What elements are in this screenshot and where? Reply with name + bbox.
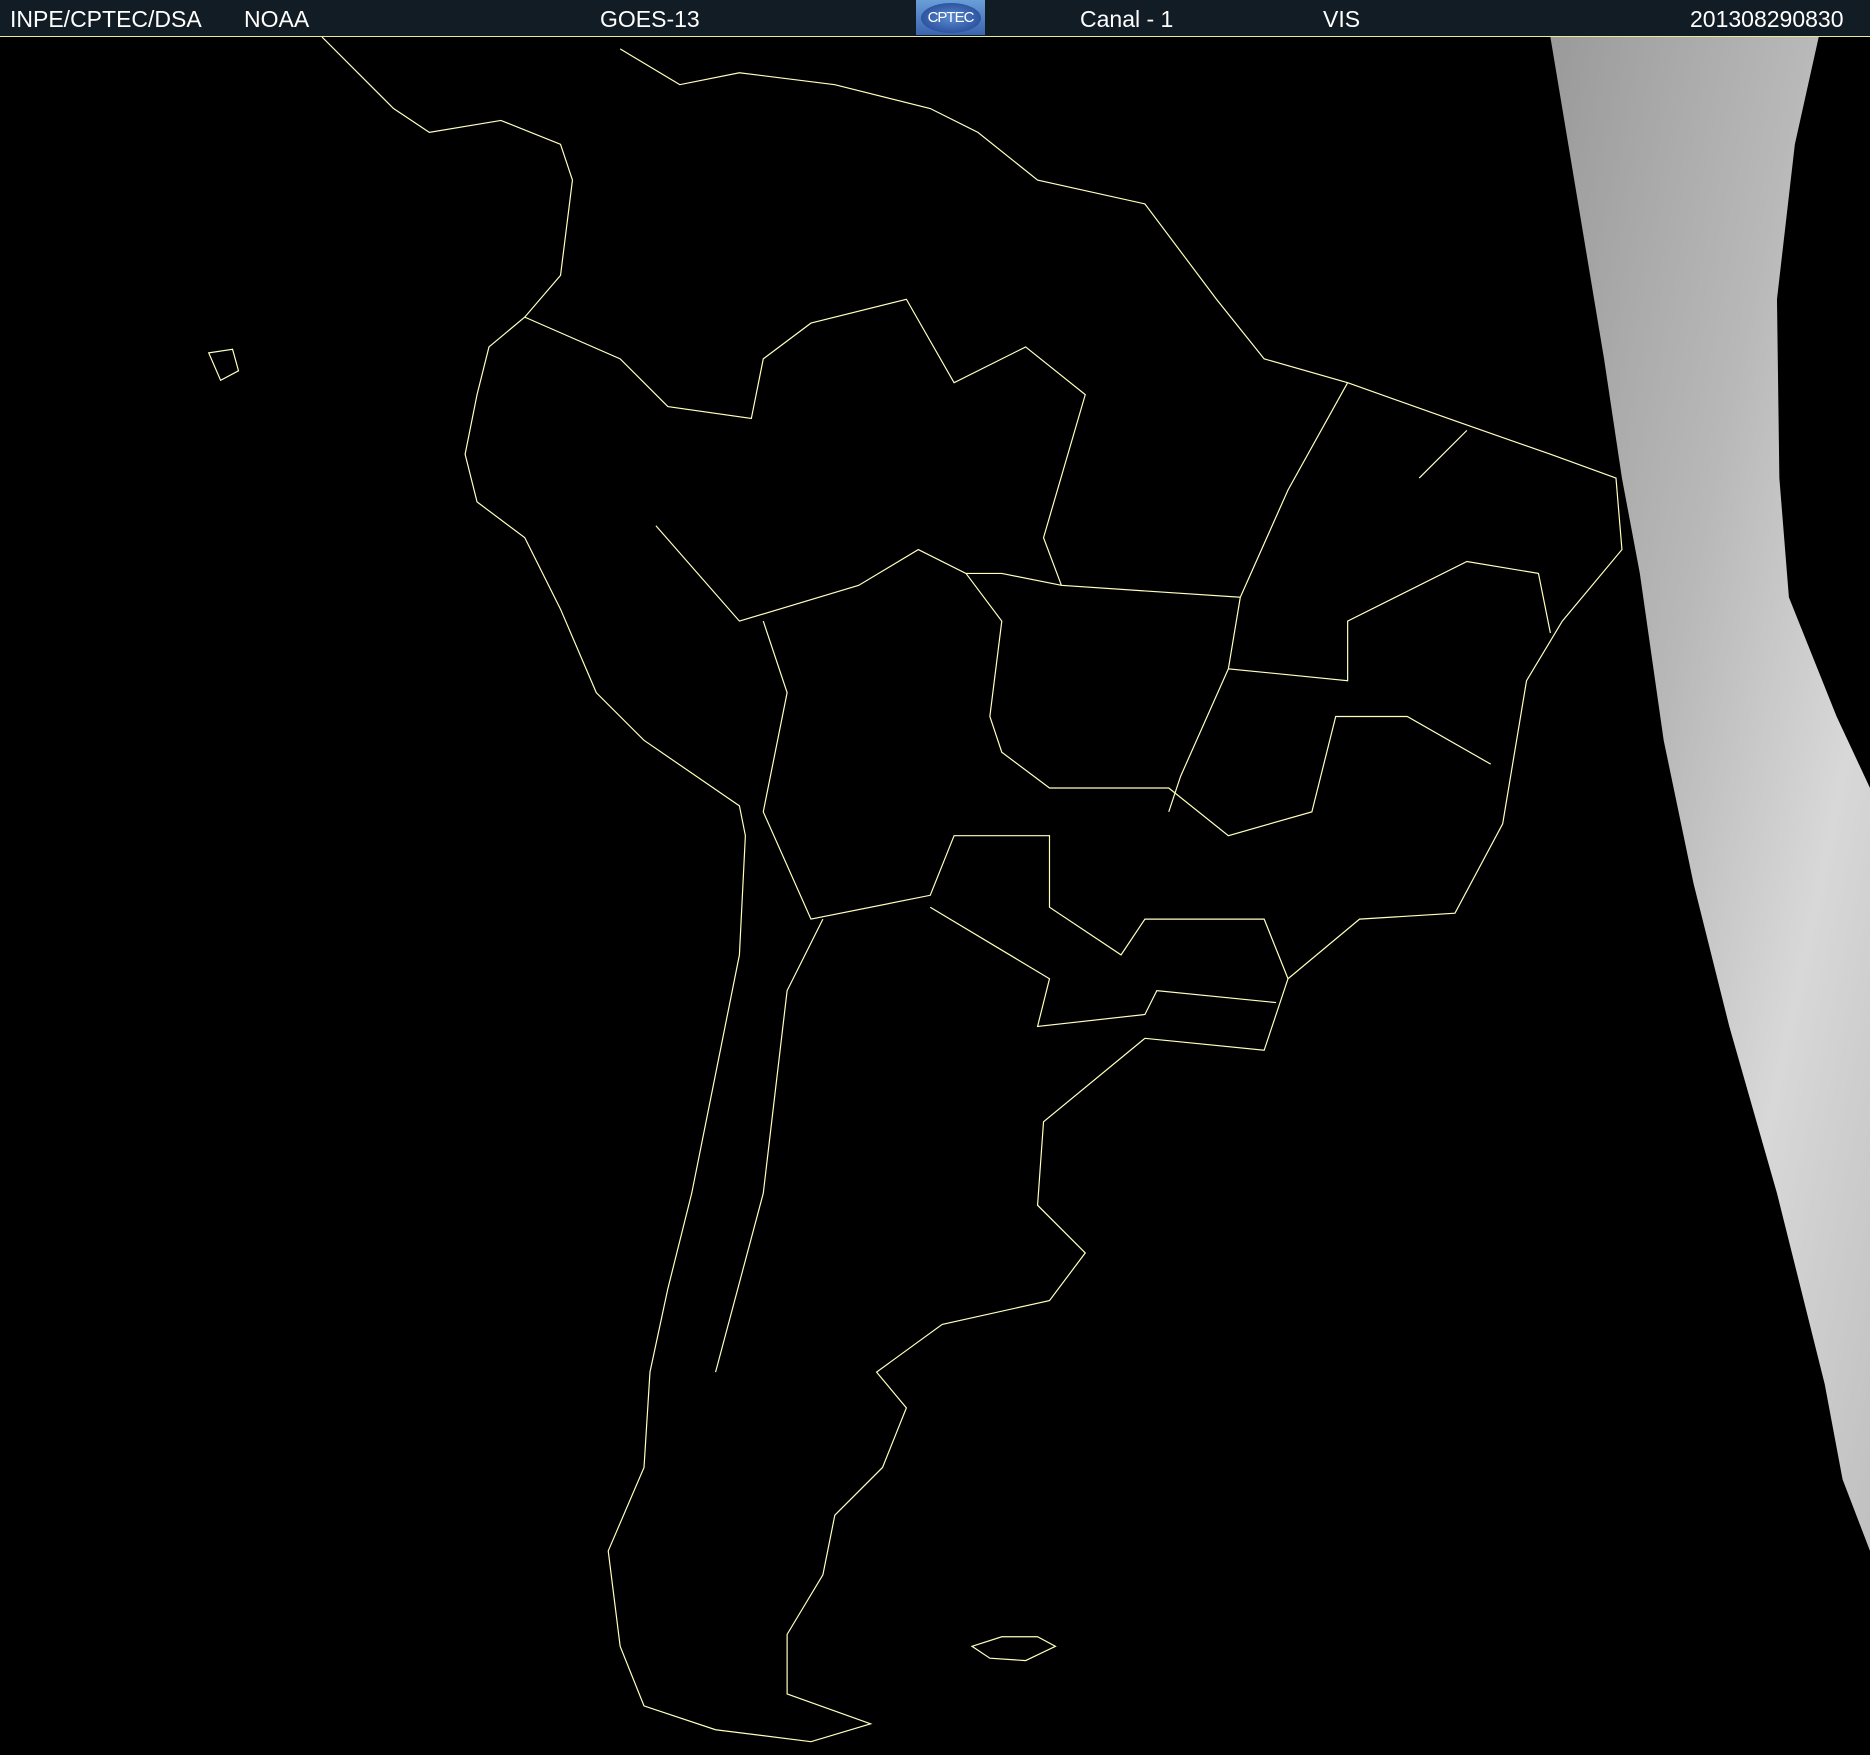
south-america-outline: [321, 36, 1623, 1743]
logo-text: CPTEC: [920, 2, 981, 33]
falkland-islands: [970, 1636, 1057, 1662]
satellite-label: GOES-13: [600, 6, 700, 32]
channel-label: Canal - 1: [1080, 6, 1174, 32]
galapagos-islands: [207, 348, 240, 382]
institution-label: INPE/CPTEC/DSA: [10, 6, 202, 32]
coastline: [207, 36, 1623, 1743]
header-bar: INPE/CPTEC/DSA NOAA GOES-13 CPTEC Canal …: [0, 0, 1870, 37]
agency-label: NOAA: [244, 6, 310, 32]
map-svg: [207, 36, 1870, 1743]
timestamp-label: 201308290830: [1690, 6, 1844, 32]
cloud-swath: [1550, 37, 1870, 1551]
country-borders: [524, 298, 1551, 1373]
band-label: VIS: [1323, 6, 1361, 32]
cptec-logo: CPTEC: [916, 0, 985, 35]
satellite-image: [0, 36, 1870, 1750]
